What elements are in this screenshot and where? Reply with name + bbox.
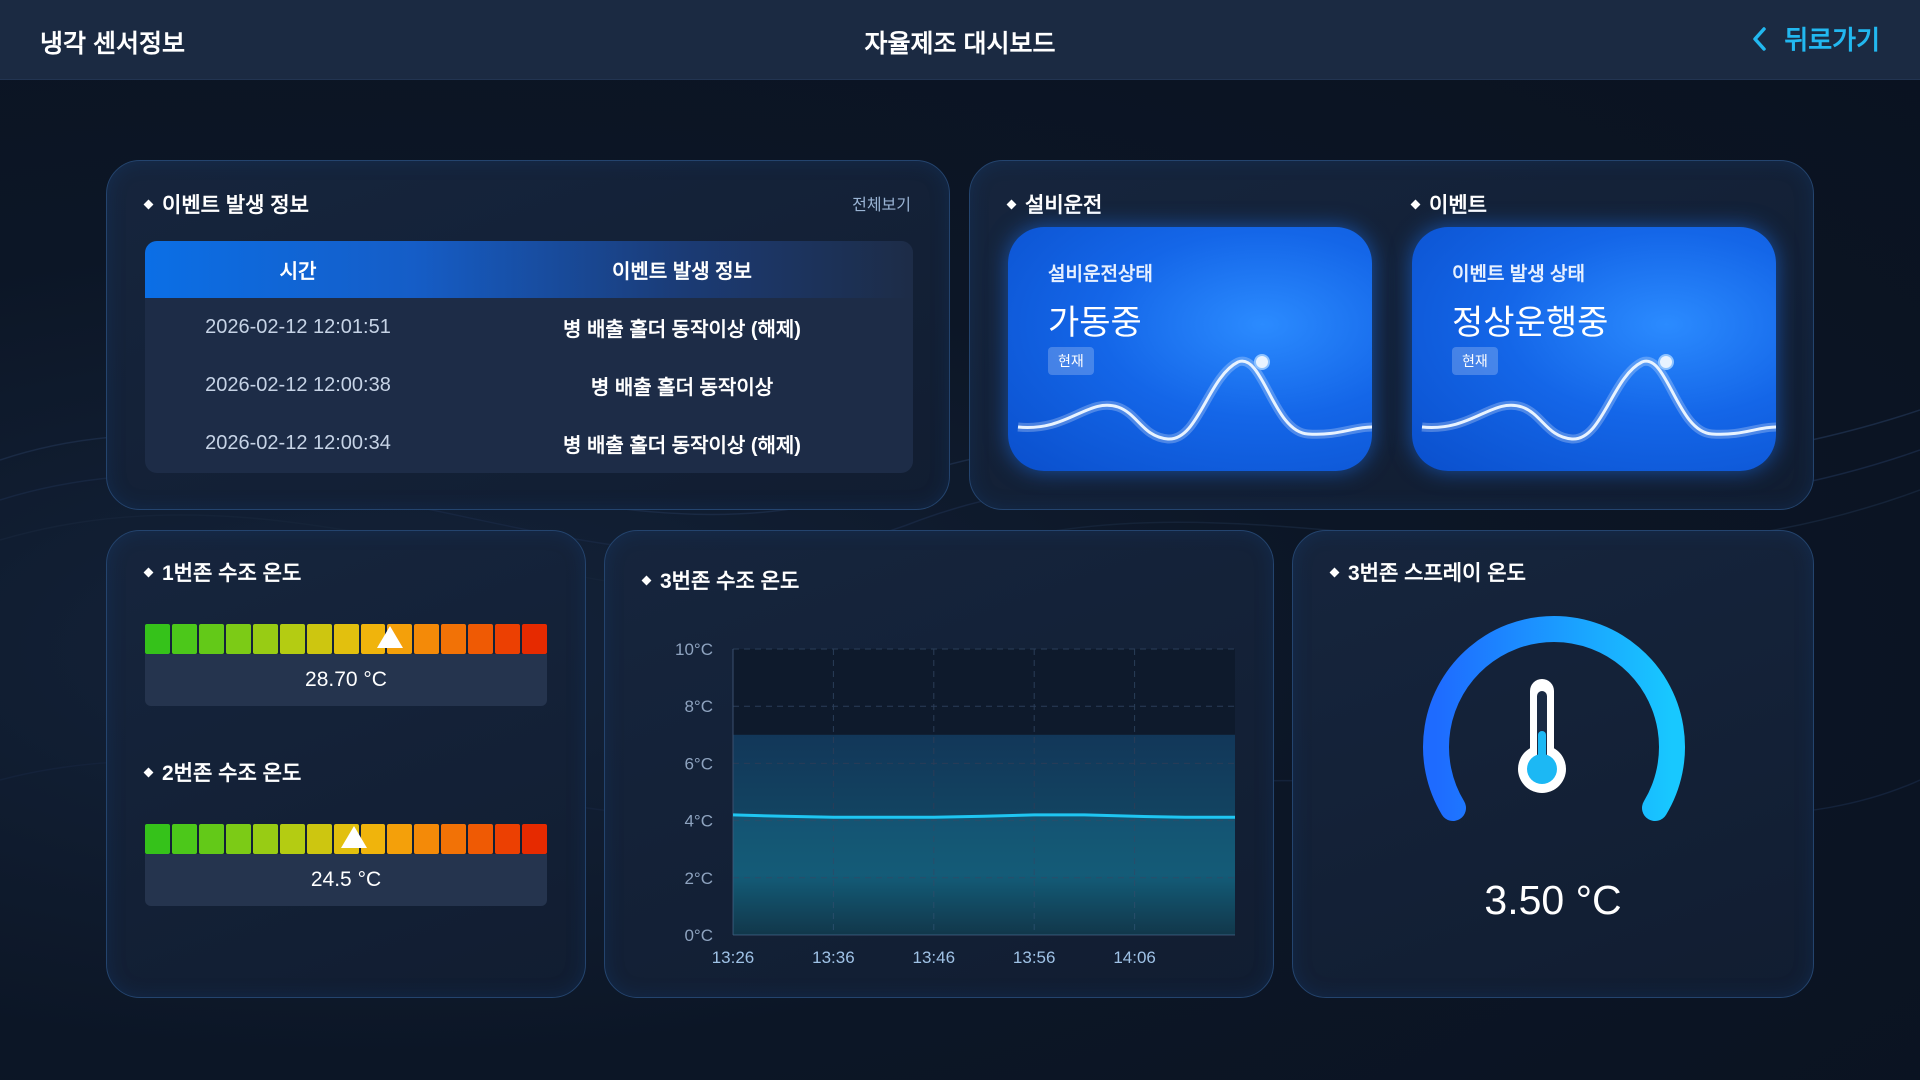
zone3-chart-panel: 3번존 수조 온도 0°C 2°C 4°C 6°C 8°C 10°C 13:26 13:36 1… [604, 530, 1274, 998]
current-badge: 현재 [1452, 347, 1498, 375]
table-row[interactable]: 2026-02-12 12:00:38 병 배출 홀더 동작이상 [145, 356, 913, 414]
gauge-segment [198, 824, 224, 854]
row-time: 2026-02-12 12:00:34 [205, 431, 391, 454]
diamond-bullet-icon [143, 567, 154, 577]
diamond-bullet-icon [1410, 199, 1421, 209]
dashboard-title: 자율제조 대시보드 [864, 30, 1056, 58]
event-status-label: 이벤트 발생 상태 [1452, 264, 1585, 285]
table-row[interactable]: 2026-02-12 12:00:34 병 배출 홀더 동작이상 (해제) [145, 414, 913, 472]
gauge-segments [145, 624, 548, 654]
gauge-segment [495, 624, 521, 654]
status-panel: 설비운전 이벤트 설비운전상태 가동중 현재 이벤트 발생 상태 정상운행중 현… [969, 160, 1814, 510]
row-info: 병 배출 홀더 동작이상 (해제) [563, 318, 801, 341]
gauge-segment [279, 624, 305, 654]
event-section-title-text: 이벤트 [1429, 194, 1487, 217]
table-row[interactable]: 2026-02-12 12:01:51 병 배출 홀더 동작이상 (해제) [145, 298, 913, 356]
x-tick-label: 14:06 [1113, 948, 1156, 967]
gauge-segment [333, 624, 359, 654]
column-header-info: 이벤트 발생 정보 [612, 261, 752, 283]
event-section-title: 이벤트 [1410, 189, 1487, 219]
event-status-card[interactable]: 이벤트 발생 상태 정상운행중 현재 [1412, 227, 1776, 471]
y-tick-label: 8°C [684, 697, 713, 716]
event-table-header: 시간 이벤트 발생 정보 [145, 241, 913, 298]
gauge-segment [225, 824, 251, 854]
gauge-segment [171, 624, 197, 654]
column-header-time: 시간 [279, 261, 317, 283]
gauge-segment [387, 824, 413, 854]
row-time: 2026-02-12 12:01:51 [205, 315, 391, 338]
gauge-segment [522, 824, 548, 854]
spray-value: 3.50 °C [1484, 877, 1622, 923]
gauge-segment [306, 624, 332, 654]
back-label: 뒤로가기 [1784, 25, 1880, 55]
gauge-segment [198, 624, 224, 654]
gauge-segment [225, 624, 251, 654]
zone2-bar-gauge: 24.5 °C [145, 824, 548, 906]
gauge-segment [441, 624, 467, 654]
x-tick-label: 13:46 [913, 948, 956, 967]
x-tick-label: 13:26 [712, 948, 755, 967]
x-tick-label: 13:36 [812, 948, 855, 967]
zone2-title-text: 2번존 수조 온도 [162, 762, 302, 785]
gauge-value-box: 28.70 °C [145, 654, 547, 706]
gauge-marker-icon [377, 626, 404, 648]
gauge-value-box: 24.5 °C [145, 854, 547, 906]
event-info-title-text: 이벤트 발생 정보 [162, 194, 309, 217]
gauge-segment [468, 624, 494, 654]
gauge-segment [171, 824, 197, 854]
zone1-value: 28.70 °C [305, 668, 387, 691]
gauge-segment [145, 824, 170, 854]
equipment-section-title: 설비운전 [1006, 189, 1103, 219]
event-table: 시간 이벤트 발생 정보 2026-02-12 12:01:51 병 배출 홀더… [145, 241, 913, 473]
diamond-bullet-icon [1006, 199, 1017, 209]
equipment-status-value: 가동중 [1048, 304, 1142, 342]
current-badge: 현재 [1048, 347, 1094, 375]
event-status-value: 정상운행중 [1452, 304, 1609, 342]
series-area [733, 814, 1235, 935]
event-info-title: 이벤트 발생 정보 [143, 189, 309, 219]
zone2-value: 24.5 °C [310, 868, 382, 891]
y-tick-label: 6°C [684, 754, 713, 773]
diamond-bullet-icon [143, 767, 154, 777]
row-info: 병 배출 홀더 동작이상 [590, 376, 774, 399]
y-tick-label: 10°C [675, 640, 713, 659]
thermometer-icon [1518, 679, 1566, 793]
chevron-left-icon [1753, 26, 1767, 51]
zone2-title: 2번존 수조 온도 [143, 757, 302, 787]
zone1-bar-gauge: 28.70 °C [145, 624, 548, 706]
gauge-segment [252, 624, 278, 654]
row-time: 2026-02-12 12:00:38 [205, 373, 391, 396]
gauge-segment [441, 824, 467, 854]
gauge-segment [495, 824, 521, 854]
zone3-temperature-chart: 0°C 2°C 4°C 6°C 8°C 10°C 13:26 13:36 13:46 13:56 1… [675, 640, 1235, 967]
y-tick-label: 4°C [684, 812, 713, 831]
gauge-segment [279, 824, 305, 854]
back-button[interactable]: 뒤로가기 [1750, 20, 1880, 57]
y-tick-label: 0°C [684, 926, 713, 945]
x-tick-label: 13:56 [1013, 948, 1056, 967]
zone1-title: 1번존 수조 온도 [143, 557, 302, 587]
gauge-segment [522, 624, 548, 654]
spray-temperature-panel: 3번존 스프레이 온도 3.50 °C [1292, 530, 1814, 998]
event-info-panel: 이벤트 발생 정보 전체보기 시간 이벤트 발생 정보 2026-02-12 1… [106, 160, 950, 510]
equipment-status-card[interactable]: 설비운전상태 가동중 현재 [1008, 227, 1372, 471]
y-tick-label: 2°C [684, 869, 713, 888]
gauge-segment [306, 824, 332, 854]
zone-temperature-panel: 1번존 수조 온도 28.70 °C 2번존 수조 온도 24.5 °C [106, 530, 586, 998]
spray-dial-gauge [1423, 615, 1685, 821]
gauge-segment [414, 824, 440, 854]
view-all-link[interactable]: 전체보기 [852, 191, 911, 215]
gauge-segment [468, 824, 494, 854]
top-bar: 냉각 센서정보 자율제조 대시보드 뒤로가기 [0, 0, 1920, 80]
gauge-segment [414, 624, 440, 654]
zone1-title-text: 1번존 수조 온도 [162, 562, 302, 585]
equipment-section-title-text: 설비운전 [1025, 194, 1103, 217]
diamond-bullet-icon [143, 199, 154, 209]
gauge-segment [145, 624, 170, 654]
row-info: 병 배출 홀더 동작이상 (해제) [563, 434, 801, 457]
equipment-status-label: 설비운전상태 [1048, 264, 1153, 285]
gauge-segment [252, 824, 278, 854]
gauge-marker-icon [341, 826, 368, 848]
